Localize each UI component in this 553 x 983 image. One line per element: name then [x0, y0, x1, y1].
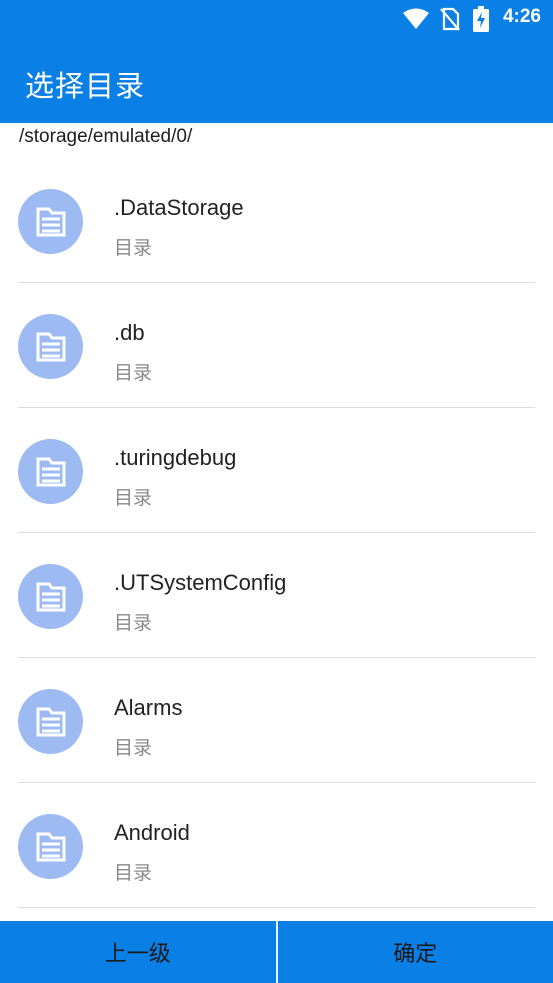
- battery-charging-icon: [473, 6, 489, 32]
- app-header: 4:26 选择目录: [0, 0, 553, 123]
- item-name: .UTSystemConfig: [114, 570, 287, 595]
- list-item[interactable]: .db 目录: [0, 283, 553, 408]
- item-name: .db: [114, 320, 145, 345]
- item-type: 目录: [114, 237, 153, 259]
- item-type: 目录: [114, 862, 153, 884]
- wifi-icon: [403, 8, 429, 29]
- folder-icon: [18, 814, 83, 879]
- list-item[interactable]: .turingdebug 目录: [0, 408, 553, 533]
- item-name: .turingdebug: [114, 445, 237, 470]
- no-sim-icon: [440, 7, 460, 31]
- item-name: .DataStorage: [114, 195, 244, 220]
- directory-picker-screen: 4:26 选择目录 /storage/emulated/0/ .DataStor…: [0, 0, 553, 983]
- item-type: 目录: [114, 362, 153, 384]
- current-path: /storage/emulated/0/: [19, 126, 193, 147]
- folder-icon: [18, 564, 83, 629]
- list-item[interactable]: Android 目录: [0, 783, 553, 908]
- divider: [18, 907, 535, 908]
- page-title: 选择目录: [25, 69, 146, 103]
- bottom-action-bar: 上一级 确定: [0, 921, 553, 983]
- item-type: 目录: [114, 487, 153, 509]
- item-name: Alarms: [114, 695, 183, 720]
- status-bar: 4:26: [0, 0, 553, 40]
- folder-icon: [18, 689, 83, 754]
- confirm-button[interactable]: 确定: [278, 921, 553, 983]
- list-item[interactable]: Alarms 目录: [0, 658, 553, 783]
- folder-icon: [18, 314, 83, 379]
- list-item[interactable]: .UTSystemConfig 目录: [0, 533, 553, 658]
- list-item[interactable]: .DataStorage 目录: [0, 158, 553, 283]
- item-type: 目录: [114, 737, 153, 759]
- item-name: Android: [114, 820, 190, 845]
- folder-icon: [18, 189, 83, 254]
- item-type: 目录: [114, 612, 153, 634]
- status-time: 4:26: [502, 6, 541, 27]
- folder-icon: [18, 439, 83, 504]
- up-level-button[interactable]: 上一级: [0, 921, 276, 983]
- directory-list: .DataStorage 目录 .db 目录 .turingdebug 目录 .…: [0, 158, 553, 908]
